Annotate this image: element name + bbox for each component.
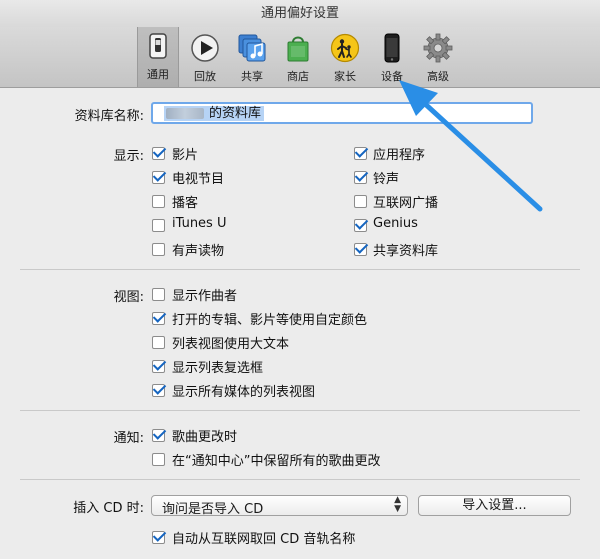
checkbox-large-text-label: 列表视图使用大文本 (172, 337, 290, 352)
checkbox-keep-in-notification-center[interactable] (152, 453, 165, 466)
notifications-label: 通知: (113, 431, 144, 446)
tab-devices-label: 设备 (381, 70, 403, 83)
checkbox-podcasts[interactable] (152, 195, 165, 208)
preferences-toolbar: 通用 回放 共享 商店 家长 设备 高级 (0, 27, 600, 88)
checkbox-song-changes[interactable] (152, 429, 165, 442)
checkbox-itunes-u-label: iTunes U (172, 216, 227, 231)
insert-cd-label: 插入 CD 时: (73, 501, 144, 516)
tab-store[interactable]: 商店 (278, 29, 318, 87)
checkbox-podcasts-label: 播客 (172, 196, 199, 211)
tab-parental[interactable]: 家长 (325, 29, 365, 87)
show-label: 显示: (113, 149, 144, 164)
play-icon (191, 34, 219, 62)
checkbox-shared-libraries-label: 共享资料库 (373, 244, 439, 259)
general-switch-icon (149, 33, 167, 59)
redacted-text (166, 108, 204, 119)
tab-sharing[interactable]: 共享 (232, 29, 272, 87)
tab-playback-label: 回放 (194, 70, 216, 83)
checkbox-auto-retrieve-cd-names-label: 自动从互联网取回 CD 音轨名称 (172, 532, 356, 547)
cd-action-value: 询问是否导入 CD (162, 502, 264, 517)
updown-arrows-icon: ▲ ▼ (394, 495, 401, 514)
window-title: 通用偏好设置 (0, 0, 600, 27)
checkbox-show-composer[interactable] (152, 288, 165, 301)
checkbox-ringtones-label: 铃声 (373, 172, 400, 187)
views-label: 视图: (113, 290, 144, 305)
general-preferences-panel: 资料库名称: 的资料库 显示: 影片 电视节目 播客 iTunes U 有声读物… (0, 88, 600, 559)
tab-devices[interactable]: 设备 (372, 29, 412, 87)
checkbox-movies-label: 影片 (172, 148, 199, 163)
tab-store-label: 商店 (287, 70, 309, 83)
import-settings-button[interactable]: 导入设置... (418, 495, 571, 516)
checkbox-shared-libraries[interactable] (354, 243, 367, 256)
tab-sharing-label: 共享 (241, 70, 263, 83)
checkbox-genius[interactable] (354, 219, 367, 232)
checkbox-list-checkboxes-label: 显示列表复选框 (172, 361, 264, 376)
checkbox-audiobooks-label: 有声读物 (172, 244, 225, 259)
checkbox-apps[interactable] (354, 147, 367, 160)
iphone-icon (384, 33, 400, 63)
checkbox-list-checkboxes[interactable] (152, 360, 165, 373)
checkbox-large-text[interactable] (152, 336, 165, 349)
section-divider (20, 410, 580, 411)
tab-general-label: 通用 (147, 68, 169, 81)
shopping-bag-icon (287, 36, 309, 62)
checkbox-song-changes-label: 歌曲更改时 (172, 430, 238, 445)
checkbox-keep-in-notification-center-label: 在“通知中心”中保留所有的歌曲更改 (172, 454, 381, 469)
checkbox-custom-colors[interactable] (152, 312, 165, 325)
checkbox-tv-shows[interactable] (152, 171, 165, 184)
library-name-text: 的资料库 (209, 106, 262, 121)
checkbox-itunes-u[interactable] (152, 219, 165, 232)
tab-advanced-label: 高级 (427, 70, 449, 83)
cd-action-select[interactable]: 询问是否导入 CD ▲ ▼ (151, 495, 408, 517)
checkbox-internet-radio[interactable] (354, 195, 367, 208)
checkbox-tv-shows-label: 电视节目 (172, 172, 225, 187)
library-name-input[interactable]: 的资料库 (151, 102, 533, 124)
checkbox-list-view-all-media-label: 显示所有媒体的列表视图 (172, 385, 316, 400)
checkbox-show-composer-label: 显示作曲者 (172, 289, 238, 304)
checkbox-internet-radio-label: 互联网广播 (373, 196, 439, 211)
checkbox-custom-colors-label: 打开的专辑、影片等使用自定颜色 (172, 313, 368, 328)
checkbox-list-view-all-media[interactable] (152, 384, 165, 397)
tab-general[interactable]: 通用 (137, 27, 179, 87)
section-divider (20, 479, 580, 480)
checkbox-auto-retrieve-cd-names[interactable] (152, 531, 165, 544)
checkbox-movies[interactable] (152, 147, 165, 160)
tab-playback[interactable]: 回放 (185, 29, 225, 87)
gear-icon (423, 33, 453, 63)
checkbox-apps-label: 应用程序 (373, 148, 426, 163)
section-divider (20, 269, 580, 270)
library-name-label: 资料库名称: (74, 109, 144, 124)
checkbox-audiobooks[interactable] (152, 243, 165, 256)
tab-advanced[interactable]: 高级 (418, 29, 458, 87)
tab-parental-label: 家长 (334, 70, 356, 83)
shared-music-icon (238, 34, 266, 62)
checkbox-genius-label: Genius (373, 216, 418, 231)
checkbox-ringtones[interactable] (354, 171, 367, 184)
parental-icon (330, 33, 360, 63)
